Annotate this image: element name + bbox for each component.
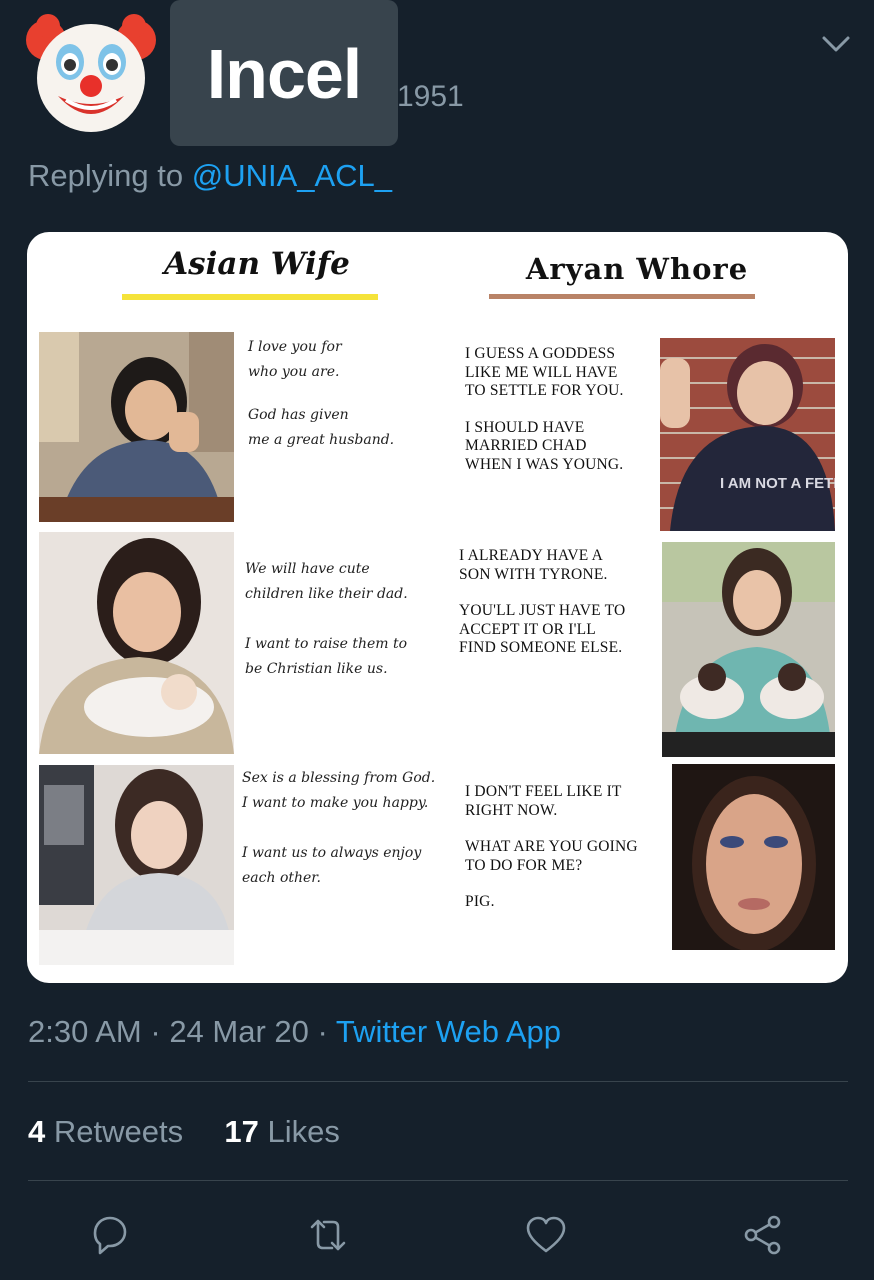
divider-top	[28, 1081, 848, 1082]
avatar-clown-emoji[interactable]	[26, 12, 156, 134]
whore-text-row-2: I ALREADY HAVE A SON WITH TYRONE. YOU'LL …	[459, 547, 626, 656]
like-heart-icon	[526, 1216, 566, 1253]
whore-text-row-3: I DON'T FEEL LIKE IT RIGHT NOW. WHAT ARE …	[465, 783, 638, 910]
left-column-title: Asian Wife	[164, 246, 350, 282]
tweet-media-image[interactable]: Asian Wife Aryan Whore I love you for who…	[27, 232, 848, 983]
tweet-date: 24 Mar 20	[169, 1014, 309, 1049]
likes-stat[interactable]: 17 Likes	[224, 1114, 339, 1149]
photo-woman-shirt: I AM NOT A FETISH	[660, 338, 835, 531]
replying-to-label: Replying to	[28, 158, 184, 193]
reply-icon	[93, 1216, 127, 1255]
photo-woman-with-baby	[39, 532, 234, 754]
wife-text-row-3: Sex is a blessing from God. I want to mak…	[242, 770, 436, 886]
photo-woman-with-twins	[662, 542, 835, 757]
share-button[interactable]	[742, 1213, 786, 1257]
shirt-text: I AM NOT A FETISH	[720, 475, 835, 492]
reply-button[interactable]	[87, 1213, 131, 1257]
replying-to: Replying to @UNIA_ACL_	[28, 158, 392, 194]
wife-text-row-1: I love you for who you are. God has given…	[248, 339, 395, 448]
tweet-stats: 4 Retweets 17 Likes	[28, 1114, 340, 1150]
clown-face-icon	[26, 14, 156, 132]
like-button[interactable]	[524, 1213, 568, 1257]
display-name: Incel	[206, 35, 363, 113]
display-name-box[interactable]: Incel	[170, 0, 398, 146]
divider-bottom	[28, 1180, 848, 1181]
retweet-icon	[310, 1219, 346, 1251]
tweet-timestamp: 2:30 AM · 24 Mar 20 · Twitter Web App	[28, 1014, 562, 1049]
reply-mention-link[interactable]: @UNIA_ACL_	[192, 158, 392, 193]
photo-woman-praying	[39, 332, 234, 522]
right-column-title: Aryan Whore	[525, 252, 749, 286]
retweets-stat[interactable]: 4 Retweets	[28, 1114, 183, 1149]
source-app-link[interactable]: Twitter Web App	[336, 1014, 561, 1049]
tweet-time: 2:30 AM	[28, 1014, 142, 1049]
share-icon	[744, 1215, 781, 1255]
retweet-button[interactable]	[306, 1213, 350, 1257]
right-title-underline	[489, 294, 755, 299]
left-title-underline	[122, 294, 378, 300]
chevron-down-icon[interactable]	[818, 30, 854, 58]
whore-text-row-1: I GUESS A GODDESS LIKE ME WILL HAVE TO SET…	[465, 345, 624, 473]
photo-woman-selfie	[672, 764, 835, 950]
photo-woman-in-bed	[39, 765, 234, 965]
wife-text-row-2: We will have cute children like their dad…	[245, 561, 408, 677]
user-handle[interactable]: 1951	[397, 80, 464, 114]
